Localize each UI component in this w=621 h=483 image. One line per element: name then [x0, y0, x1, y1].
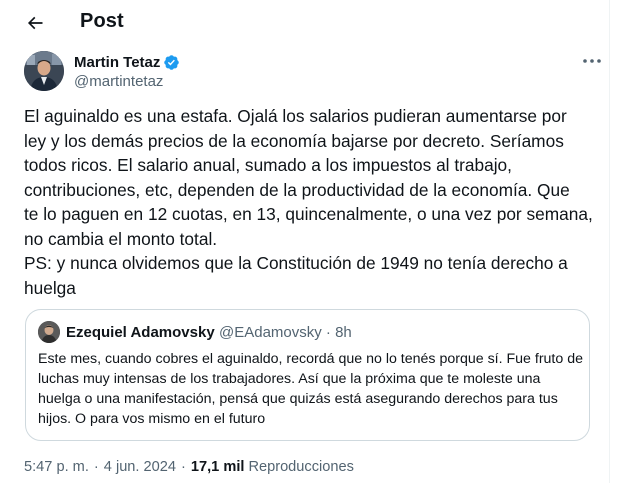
right-border: [609, 0, 621, 483]
tweet-meta: 5:47 p. m. · 4 jun. 2024 · 17,1 mil Repr…: [24, 459, 354, 475]
tweet-text: El aguinaldo es una estafa. Ojalá los sa…: [24, 106, 593, 298]
page-title: Post: [80, 10, 124, 32]
quoted-tweet[interactable]: Ezequiel Adamovsky @EAdamovsky · 8h Este…: [25, 309, 590, 441]
author-name[interactable]: Martin Tetaz: [74, 54, 160, 71]
views-label: Reproducciones: [248, 459, 354, 475]
meta-separator: ·: [93, 459, 99, 475]
quote-author-handle: @EAdamovsky · 8h: [219, 324, 352, 341]
author-name-row[interactable]: Martin Tetaz: [74, 54, 180, 71]
tweet-author: Martin Tetaz @martintetaz: [24, 51, 609, 93]
back-button[interactable]: [18, 6, 52, 40]
views-count: 17,1 mil: [190, 459, 245, 475]
quote-author-name: Ezequiel Adamovsky: [66, 324, 215, 341]
tweet-date[interactable]: 4 jun. 2024: [104, 459, 176, 475]
top-bar: Post: [0, 0, 609, 44]
verified-badge-icon: [164, 55, 180, 70]
quote-author-avatar[interactable]: [38, 321, 60, 343]
more-options-button[interactable]: [579, 51, 605, 71]
quote-text: Este mes, cuando cobres el aguinaldo, re…: [38, 351, 583, 427]
more-horizontal-icon: [583, 59, 601, 63]
meta-separator: ·: [181, 459, 186, 475]
author-avatar[interactable]: [24, 51, 64, 91]
author-handle[interactable]: @martintetaz: [74, 73, 163, 90]
arrow-left-icon: [27, 16, 43, 30]
tweet-time[interactable]: 5:47 p. m.: [24, 459, 89, 475]
